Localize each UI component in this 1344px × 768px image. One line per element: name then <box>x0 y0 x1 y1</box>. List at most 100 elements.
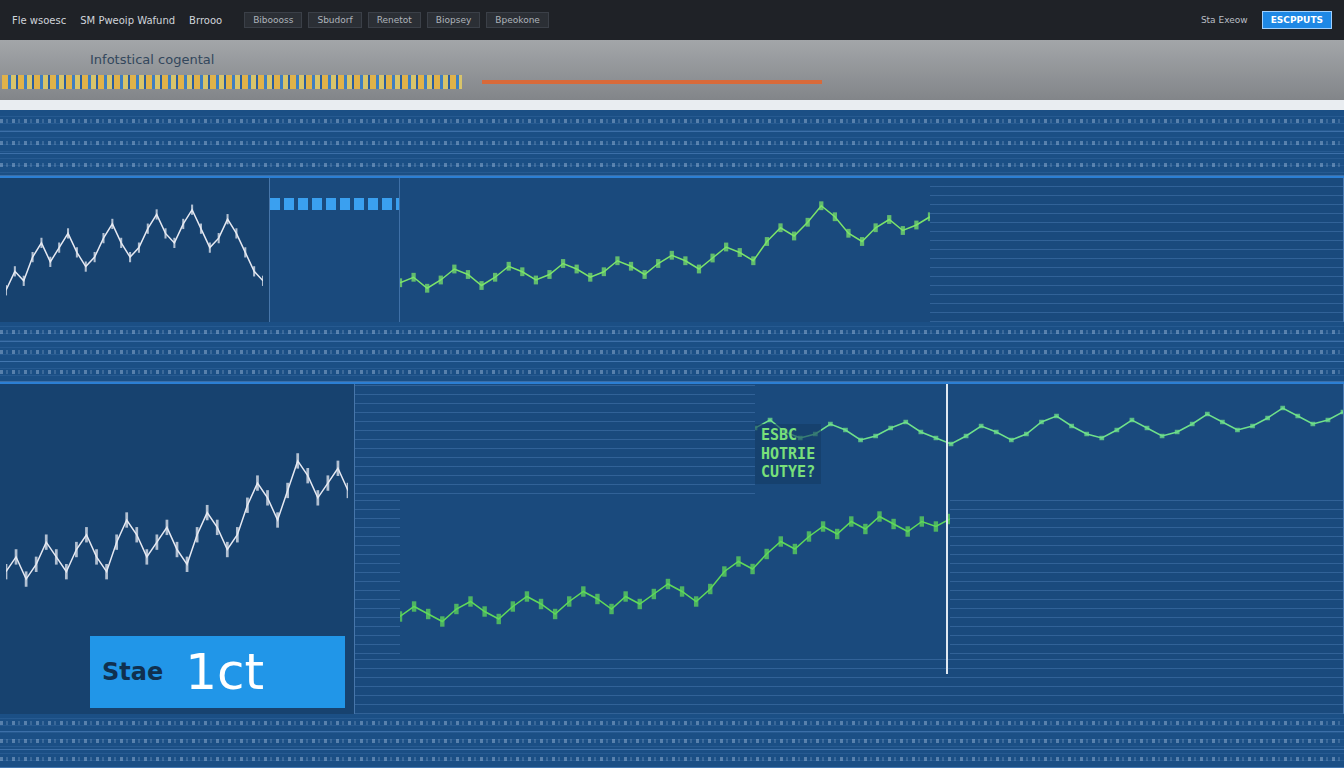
menu-item[interactable]: Fle wsoesc <box>12 15 66 26</box>
chart-candle <box>200 224 202 234</box>
chart-candle <box>262 276 263 286</box>
chart-line <box>400 206 930 289</box>
chart-candle <box>1220 420 1225 424</box>
chart-candle <box>1009 438 1014 442</box>
chart-candle <box>806 218 810 227</box>
chart-candle <box>226 542 229 557</box>
tab[interactable]: Renetot <box>368 12 421 28</box>
chart-candle <box>567 596 571 606</box>
chart-candle <box>67 228 69 238</box>
chart-candle <box>835 529 839 539</box>
chart-candle <box>561 259 565 268</box>
chart-candle <box>710 254 714 263</box>
chart-candle <box>846 229 850 238</box>
chart-candle <box>347 483 348 498</box>
chart-candle <box>186 557 189 572</box>
tab[interactable]: Bpeokone <box>486 12 549 28</box>
chart-candle <box>6 285 7 295</box>
chart-candle <box>176 542 179 557</box>
chart-candle <box>147 224 149 234</box>
chart-candle <box>697 265 701 274</box>
ticker-row <box>2 75 1254 89</box>
chart-candle <box>15 549 18 564</box>
ticker-line <box>482 80 822 84</box>
chart-candle <box>683 256 687 265</box>
chart-panel <box>270 178 1344 322</box>
chart-candle <box>918 430 923 434</box>
upper-main-chart <box>400 192 930 302</box>
chart-candle <box>849 516 853 526</box>
chart-candle <box>32 252 34 262</box>
chart-candle <box>40 238 42 248</box>
chart-candle <box>55 549 58 564</box>
chart-candle <box>400 278 402 287</box>
menu-item[interactable]: Brrooo <box>189 15 222 26</box>
chart-candle <box>102 233 104 243</box>
chart-candle <box>1295 414 1300 418</box>
chart-candle <box>914 221 918 230</box>
chart-candle <box>23 276 25 286</box>
chart-candle <box>439 276 443 285</box>
chart-candle <box>792 232 796 241</box>
chart-candle <box>629 262 633 271</box>
chart-candle <box>115 534 118 549</box>
chart-candle <box>652 589 656 599</box>
chart-candle <box>858 438 863 442</box>
chart-candle <box>1069 424 1074 428</box>
chart-box <box>0 384 354 636</box>
chart-grid <box>270 178 1343 322</box>
annotation-line: HOTRIE <box>761 446 815 463</box>
chart-candle <box>539 599 543 609</box>
chart-candle <box>156 209 158 219</box>
chart-candle <box>75 542 78 557</box>
chart-candle <box>493 273 497 282</box>
chart-candle <box>120 238 122 248</box>
badge-value: 1ct <box>185 647 264 697</box>
chart-series <box>755 406 1343 446</box>
chart-candle <box>1130 418 1135 422</box>
chart-candle <box>244 247 246 257</box>
chart-annotation: ESBCHOTRIECUTYE? <box>755 424 821 484</box>
chart-candle <box>235 228 237 238</box>
account-label: Sta Exeow <box>1201 15 1248 25</box>
chart-candle <box>609 604 613 614</box>
data-strip <box>0 132 1344 154</box>
chart-candle <box>656 259 660 268</box>
chart-candle <box>196 527 199 542</box>
ticker-strip <box>2 75 462 89</box>
chart-candle <box>615 256 619 265</box>
chart-candle <box>666 579 670 589</box>
chart-candle <box>164 228 166 238</box>
chart-series <box>400 511 950 626</box>
tab[interactable]: Biboooss <box>244 12 302 28</box>
chart-candle <box>497 614 501 624</box>
chart-candle <box>466 270 470 279</box>
chart-candle <box>206 505 209 520</box>
chart-panel: Stae1ct <box>0 384 355 714</box>
chart-candle <box>807 531 811 541</box>
chart-candle <box>1280 406 1285 410</box>
chart-candle <box>738 248 742 257</box>
chart-candle <box>85 261 87 271</box>
tab[interactable]: Biopsey <box>427 12 480 28</box>
chart-candle <box>105 564 108 579</box>
chart-candle <box>111 219 113 229</box>
chart-candle <box>454 604 458 614</box>
chart-candle <box>426 609 430 619</box>
chart-candle <box>821 521 825 531</box>
chart-candle <box>934 436 939 440</box>
annotation-line: ESBC <box>761 427 815 444</box>
chart-candle <box>1250 424 1255 428</box>
menu-item[interactable]: SM Pweoip Wafund <box>80 15 175 26</box>
chart-candle <box>903 420 908 424</box>
action-button[interactable]: ESCPPUTS <box>1262 11 1332 29</box>
chart-box <box>755 384 1343 494</box>
chart-candle <box>25 571 28 586</box>
chart-candle <box>256 475 259 490</box>
chart-candle <box>1310 422 1315 426</box>
data-strip <box>0 362 1344 382</box>
tab[interactable]: Sbudorf <box>308 12 361 28</box>
chart-box <box>400 494 950 654</box>
chart-candle <box>482 606 486 616</box>
chart-candle <box>905 526 909 536</box>
